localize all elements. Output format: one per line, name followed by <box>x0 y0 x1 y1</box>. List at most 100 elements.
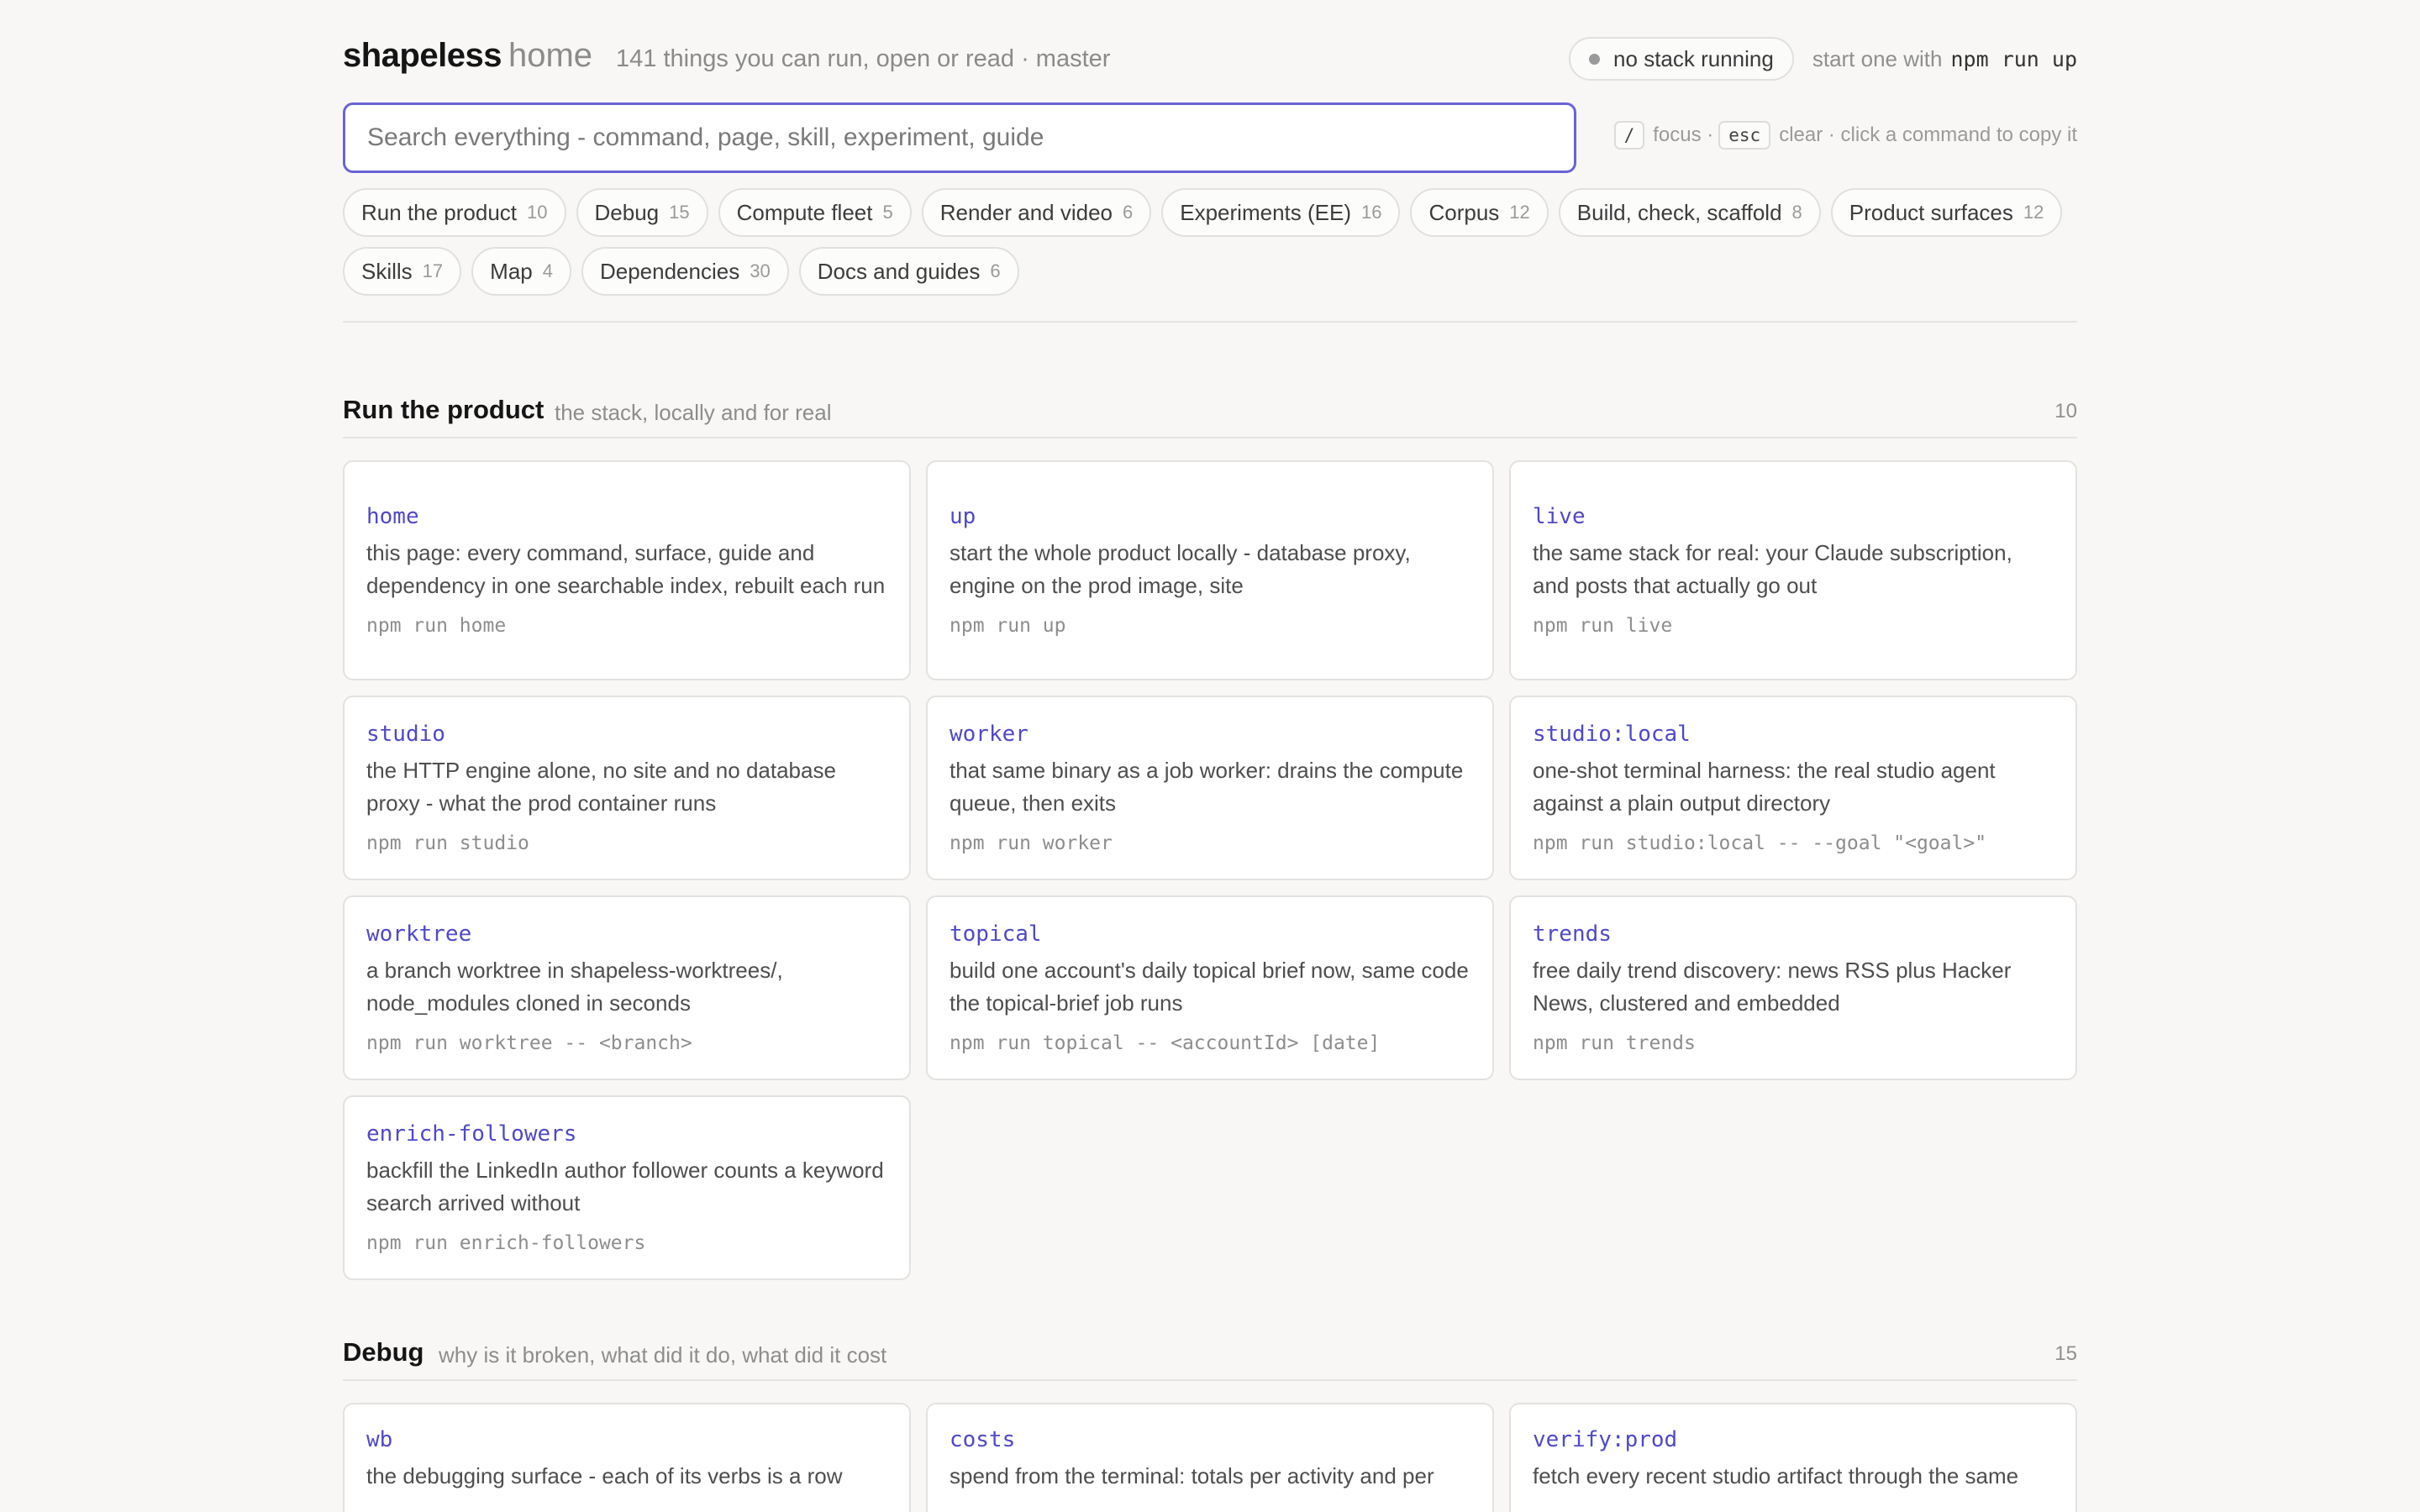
command-snippet[interactable]: npm run studio:local -- --goal "<goal>" <box>1533 830 2054 857</box>
command-snippet[interactable]: npm run trends <box>1533 1030 2054 1057</box>
chip-count: 10 <box>527 202 548 223</box>
chip-map[interactable]: Map 4 <box>471 247 571 296</box>
chip-corpus[interactable]: Corpus 12 <box>1410 188 1549 237</box>
command-card[interactable]: enrich-followers backfill the LinkedIn a… <box>343 1095 911 1280</box>
section-header: Run the product the stack, locally and f… <box>343 395 2077 438</box>
keyboard-hints: / focus · esc clear · click a command to… <box>1613 121 2077 150</box>
focus-key: / <box>1613 121 1645 150</box>
focus-hint-label: focus · <box>1653 123 1714 146</box>
chip-compute-fleet[interactable]: Compute fleet 5 <box>718 188 912 237</box>
chip-label: Dependencies <box>599 258 740 284</box>
command-card[interactable]: studio the HTTP engine alone, no site an… <box>343 696 911 880</box>
section-title: Run the product <box>343 395 544 424</box>
chip-label: Build, check, scaffold <box>1576 199 1782 225</box>
command-name: enrich-followers <box>366 1121 577 1147</box>
chip-count: 17 <box>422 260 444 281</box>
chip-build-check-scaffold[interactable]: Build, check, scaffold 8 <box>1558 188 1821 237</box>
stack-status-badge: no stack running <box>1569 37 1794 81</box>
chip-count: 5 <box>882 202 893 223</box>
command-snippet[interactable]: npm run studio <box>366 830 887 857</box>
chip-render-and-video[interactable]: Render and video 6 <box>921 188 1152 237</box>
section-description: why is it broken, what did it do, what d… <box>439 1342 887 1368</box>
chip-skills[interactable]: Skills 17 <box>343 247 462 296</box>
chip-count: 12 <box>2023 202 2044 223</box>
command-card[interactable]: verify:prod fetch every recent studio ar… <box>1509 1403 2077 1512</box>
command-description: backfill the LinkedIn author follower co… <box>366 1158 884 1215</box>
page: shapeless home 141 things you can run, o… <box>343 0 2077 1512</box>
command-card[interactable]: up start the whole product locally - dat… <box>926 460 1494 680</box>
section-run-the-product: Run the product the stack, locally and f… <box>343 395 2077 1280</box>
command-name: live <box>1533 504 1586 529</box>
command-card[interactable]: worker that same binary as a job worker:… <box>926 696 1494 880</box>
command-description: the HTTP engine alone, no site and no da… <box>366 758 836 816</box>
command-description: that same binary as a job worker: drains… <box>950 758 1464 816</box>
chip-label: Product surfaces <box>1849 199 2013 225</box>
chip-docs-and-guides[interactable]: Docs and guides 6 <box>798 247 1019 296</box>
command-card[interactable]: costs spend from the terminal: totals pe… <box>926 1403 1494 1512</box>
chip-count: 30 <box>750 260 771 281</box>
command-description: free daily trend discovery: news RSS plu… <box>1533 958 2012 1016</box>
chip-label: Experiments (EE) <box>1180 199 1351 225</box>
command-card[interactable]: worktree a branch worktree in shapeless-… <box>343 895 911 1080</box>
command-card[interactable]: home this page: every command, surface, … <box>343 460 911 680</box>
chip-product-surfaces[interactable]: Product surfaces 12 <box>1830 188 2063 237</box>
stack-status-area: no stack running start one with npm run … <box>1569 37 2077 81</box>
command-card[interactable]: wb the debugging surface - each of its v… <box>343 1403 911 1512</box>
chip-count: 8 <box>1791 202 1802 223</box>
command-name: topical <box>950 921 1042 947</box>
command-name: verify:prod <box>1533 1427 1678 1452</box>
clear-hint-label: clear · click a command to copy it <box>1779 123 2077 146</box>
command-description: the debugging surface - each of its verb… <box>366 1463 843 1488</box>
command-snippet[interactable]: npm run topical -- <accountId> [date] <box>950 1030 1470 1057</box>
command-name: wb <box>366 1427 393 1452</box>
command-snippet[interactable]: npm run live <box>1533 612 2054 639</box>
command-description: the same stack for real: your Claude sub… <box>1533 540 2012 598</box>
brand-suffix: home <box>508 37 593 74</box>
chip-experiments[interactable]: Experiments (EE) 16 <box>1161 188 1401 237</box>
command-card[interactable]: trends free daily trend discovery: news … <box>1509 895 2077 1080</box>
command-description: start the whole product locally - databa… <box>950 540 1411 598</box>
command-snippet[interactable]: npm run enrich-followers <box>366 1230 887 1257</box>
chip-count: 4 <box>542 260 553 281</box>
command-name: studio <box>366 722 445 747</box>
command-snippet[interactable]: npm run home <box>366 612 887 639</box>
start-command[interactable]: npm run up <box>1950 47 2077 71</box>
chip-label: Debug <box>594 199 660 225</box>
command-card[interactable]: live the same stack for real: your Claud… <box>1509 460 2077 680</box>
command-description: one-shot terminal harness: the real stud… <box>1533 758 1996 816</box>
command-name: up <box>950 504 976 529</box>
command-snippet[interactable]: npm run worker <box>950 830 1470 857</box>
chip-label: Skills <box>361 258 413 284</box>
command-description: fetch every recent studio artifact throu… <box>1533 1463 2019 1488</box>
start-hint: start one with <box>1812 45 1943 71</box>
section-header: Debug why is it broken, what did it do, … <box>343 1337 2077 1381</box>
command-name: costs <box>950 1427 1016 1452</box>
clear-key: esc <box>1718 121 1771 150</box>
section-title: Debug <box>343 1337 424 1367</box>
command-name: trends <box>1533 921 1612 947</box>
command-snippet[interactable]: npm run worktree -- <branch> <box>366 1030 887 1057</box>
status-dot-icon <box>1589 53 1601 65</box>
section-count: 15 <box>2054 1342 2077 1365</box>
chip-count: 16 <box>1360 202 1382 223</box>
command-snippet[interactable]: npm run up <box>950 612 1470 639</box>
page-subtitle: 141 things you can run, open or read · m… <box>616 45 1111 72</box>
command-card-grid: wb the debugging surface - each of its v… <box>343 1403 2077 1512</box>
chip-label: Map <box>490 258 533 284</box>
command-card[interactable]: topical build one account's daily topica… <box>926 895 1494 1080</box>
chip-count: 15 <box>669 202 690 223</box>
command-name: worktree <box>366 921 472 947</box>
chip-debug[interactable]: Debug 15 <box>576 188 708 237</box>
search-input[interactable] <box>343 102 1576 173</box>
chip-label: Compute fleet <box>736 199 873 225</box>
chip-count: 6 <box>990 260 1001 281</box>
command-description: build one account's daily topical brief … <box>950 958 1469 1016</box>
chip-dependencies[interactable]: Dependencies 30 <box>581 247 789 296</box>
chip-count: 12 <box>1509 202 1530 223</box>
command-name: home <box>366 504 419 529</box>
chip-run-the-product[interactable]: Run the product 10 <box>343 188 566 237</box>
chip-label: Docs and guides <box>817 258 981 284</box>
command-card[interactable]: studio:local one-shot terminal harness: … <box>1509 696 2077 880</box>
header-top-row: shapeless home 141 things you can run, o… <box>343 0 2077 102</box>
brand: shapeless home 141 things you can run, o… <box>343 37 1110 75</box>
